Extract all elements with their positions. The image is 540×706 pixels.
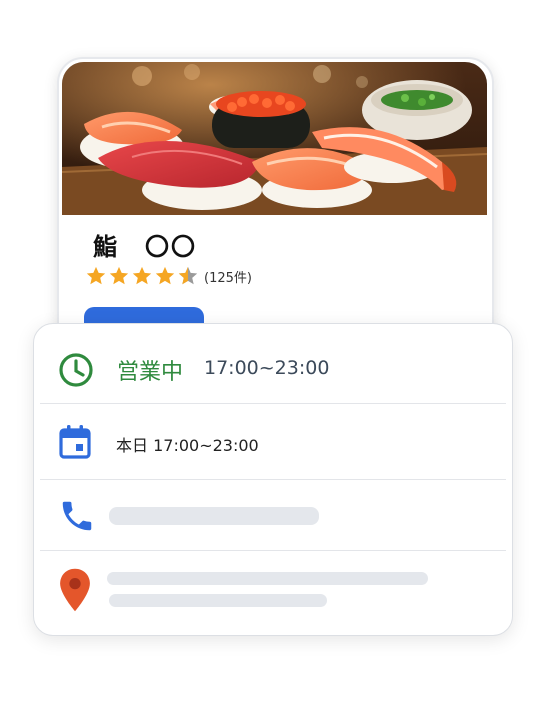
star-icon <box>132 266 152 285</box>
phone-number-placeholder <box>109 507 319 525</box>
info-card: 営業中 17:00~23:00 本日 17:00~23:00 <box>33 323 513 636</box>
star-icon <box>155 266 175 285</box>
review-count: (125件) <box>204 270 252 286</box>
half-star-icon <box>178 266 198 285</box>
address-line-placeholder <box>107 572 428 585</box>
address-row[interactable] <box>40 551 506 635</box>
calendar-icon <box>59 425 91 459</box>
today-row[interactable]: 本日 17:00~23:00 <box>40 404 506 480</box>
shop-name: 鮨 〇〇 <box>93 233 197 261</box>
phone-row[interactable] <box>40 480 506 551</box>
hours-row[interactable]: 営業中 17:00~23:00 <box>40 324 506 404</box>
rating-stars: (125件) <box>85 265 252 287</box>
star-icon <box>86 266 106 285</box>
address-line-placeholder <box>109 594 327 607</box>
star-icon <box>109 266 129 285</box>
open-status: 営業中 <box>117 360 184 385</box>
today-hours: 本日 17:00~23:00 <box>116 436 259 455</box>
phone-icon <box>62 501 92 531</box>
opening-hours: 17:00~23:00 <box>204 357 330 379</box>
sushi-photo <box>62 62 487 215</box>
map-pin-icon <box>60 568 90 612</box>
